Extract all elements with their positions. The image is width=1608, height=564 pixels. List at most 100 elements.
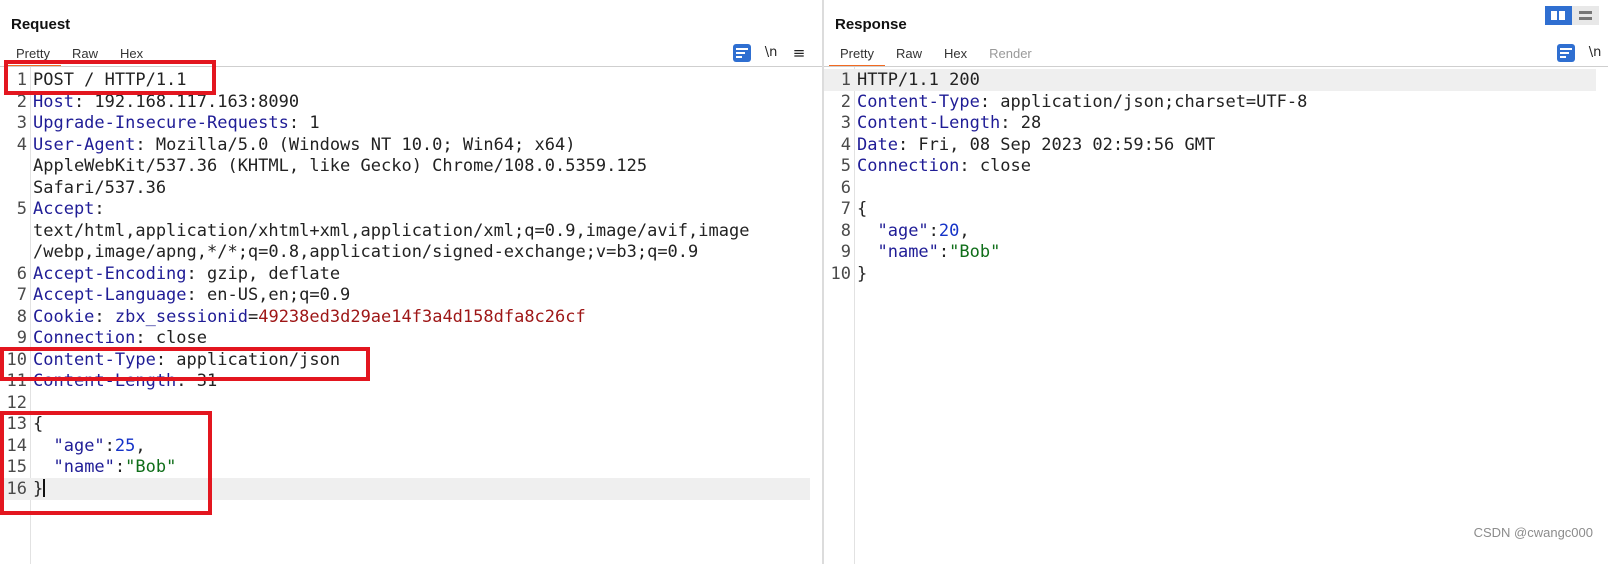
code-token: : Mozilla/5.0 (Windows NT 10.0; Win64; x…: [135, 134, 576, 155]
code-line[interactable]: AppleWebKit/537.36 (KHTML, like Gecko) C…: [0, 155, 822, 177]
code-text: HTTP/1.1 200: [857, 69, 980, 91]
line-number: 5: [16, 199, 27, 219]
line-number: 10: [830, 263, 851, 284]
line-number: 4: [840, 134, 851, 155]
code-token: :: [928, 220, 939, 241]
annotation-box-json-body: [0, 411, 212, 515]
code-text: Content-Length: 28: [857, 112, 1041, 134]
line-number: 3: [16, 113, 27, 133]
wrap-lines-icon[interactable]: [1557, 44, 1575, 62]
response-pane: Response Pretty Raw Hex Render \n 1 HTTP/…: [824, 0, 1608, 564]
code-text: AppleWebKit/537.36 (KHTML, like Gecko) C…: [33, 155, 647, 177]
code-token: : close: [959, 156, 1032, 176]
request-pane: Request Pretty Raw Hex \n ≡ 1 POST / HTTP…: [0, 0, 822, 564]
wrap-lines-icon[interactable]: [733, 44, 751, 62]
code-line[interactable]: 5 Accept:: [0, 198, 822, 220]
code-line[interactable]: /webp,image/apng,*/*;q=0.8,application/s…: [0, 241, 822, 263]
line-number: 4: [16, 134, 27, 155]
code-line[interactable]: 4 Date: Fri, 08 Sep 2023 02:59:56 GMT: [824, 134, 1608, 156]
code-token: :: [94, 306, 115, 327]
response-tab-hex[interactable]: Hex: [933, 44, 978, 66]
code-text: Accept:: [33, 198, 105, 220]
response-tabs: Pretty Raw Hex Render: [829, 44, 1043, 67]
code-line[interactable]: 6 Accept-Encoding: gzip, deflate: [0, 263, 822, 285]
code-token: : en-US,en;q=0.9: [186, 285, 351, 305]
line-number: 8: [840, 220, 851, 241]
annotation-box-content-type: [0, 347, 370, 381]
code-line[interactable]: 4 User-Agent: Mozilla/5.0 (Windows NT 10.…: [0, 134, 822, 156]
annotation-box-request-line: [4, 60, 216, 95]
code-line[interactable]: 2 Content-Type: application/json;charset=…: [824, 91, 1608, 113]
code-token: {: [857, 199, 868, 219]
response-tab-raw[interactable]: Raw: [885, 44, 933, 66]
code-token: "name": [877, 242, 939, 262]
code-token: Accept: [33, 199, 95, 219]
code-token: :: [94, 199, 105, 219]
code-line[interactable]: Safari/537.36: [0, 177, 822, 199]
code-token: Upgrade-Insecure-Requests: [33, 113, 289, 133]
line-number: 9: [840, 242, 851, 262]
line-number: 7: [840, 199, 851, 219]
code-text: User-Agent: Mozilla/5.0 (Windows NT 10.0…: [33, 134, 575, 156]
code-token: 20: [938, 220, 960, 241]
menu-icon[interactable]: ≡: [790, 44, 808, 62]
code-token: Content-Type: [857, 91, 980, 112]
code-text: Content-Type: application/json;charset=U…: [857, 91, 1307, 113]
code-line[interactable]: 9 "name":"Bob": [824, 241, 1608, 263]
code-line[interactable]: 3 Content-Length: 28: [824, 112, 1608, 134]
code-line[interactable]: 8 "age":20,: [824, 220, 1608, 242]
code-text: "age":20,: [857, 220, 969, 242]
code-text: {: [857, 198, 867, 220]
code-token: Connection: [33, 328, 136, 348]
code-token: Accept-Language: [33, 285, 187, 305]
code-token: : 28: [1000, 113, 1042, 133]
code-line[interactable]: 8 Cookie: zbx_sessionid=49238ed3d29ae14f3…: [0, 306, 822, 328]
line-number: 5: [840, 156, 851, 176]
code-text: Cookie: zbx_sessionid=49238ed3d29ae14f3a…: [33, 306, 586, 328]
code-text: Connection: close: [33, 327, 207, 349]
line-number: 7: [16, 285, 27, 305]
newline-icon[interactable]: \n: [762, 44, 780, 62]
code-token: Accept-Encoding: [33, 263, 187, 284]
code-text: "name":"Bob": [857, 241, 1000, 263]
code-text: Upgrade-Insecure-Requests: 1: [33, 112, 320, 134]
newline-icon[interactable]: \n: [1586, 44, 1604, 62]
code-token: HTTP/1.1 200: [857, 70, 980, 90]
code-token: : application/json;charset=UTF-8: [979, 91, 1308, 112]
code-token: Date: [857, 134, 898, 155]
code-token: : gzip, deflate: [186, 263, 341, 284]
line-number: 6: [840, 177, 851, 198]
code-line[interactable]: 3 Upgrade-Insecure-Requests: 1: [0, 112, 822, 134]
code-line[interactable]: 7{: [824, 198, 1608, 220]
code-text: }: [857, 263, 867, 285]
code-line[interactable]: 6: [824, 177, 1608, 199]
code-token: Cookie: [33, 306, 95, 327]
code-line[interactable]: 7 Accept-Language: en-US,en;q=0.9: [0, 284, 822, 306]
response-tab-pretty[interactable]: Pretty: [829, 44, 885, 67]
line-number: 2: [840, 91, 851, 112]
code-line[interactable]: 5 Connection: close: [824, 155, 1608, 177]
line-number: 1: [840, 70, 851, 90]
code-text: /webp,image/apng,*/*;q=0.8,application/s…: [33, 241, 698, 263]
code-line[interactable]: 1 HTTP/1.1 200: [824, 69, 1608, 91]
code-line[interactable]: 10}: [824, 263, 1608, 285]
code-token: Content-Length: [857, 113, 1001, 133]
code-text: Connection: close: [857, 155, 1031, 177]
code-text: Accept-Language: en-US,en;q=0.9: [33, 284, 350, 306]
code-token: /webp,image/apng,*/*;q=0.8,application/s…: [33, 242, 699, 262]
response-tab-render[interactable]: Render: [978, 44, 1043, 66]
split-columns-icon[interactable]: [1545, 6, 1572, 25]
code-text: Date: Fri, 08 Sep 2023 02:59:56 GMT: [857, 134, 1215, 156]
split-rows-icon[interactable]: [1572, 6, 1599, 25]
code-token: Connection: [857, 156, 960, 176]
code-token: Safari/537.36: [33, 177, 167, 198]
code-line[interactable]: 9 Connection: close: [0, 327, 822, 349]
line-number: 6: [16, 263, 27, 284]
code-token: "age": [877, 220, 929, 241]
response-editor[interactable]: 1 HTTP/1.1 200 2 Content-Type: application/…: [824, 67, 1608, 564]
code-token: }: [857, 263, 868, 284]
code-token: : close: [135, 328, 208, 348]
code-line[interactable]: text/html,application/xhtml+xml,applicat…: [0, 220, 822, 242]
response-title: Response: [835, 16, 907, 33]
